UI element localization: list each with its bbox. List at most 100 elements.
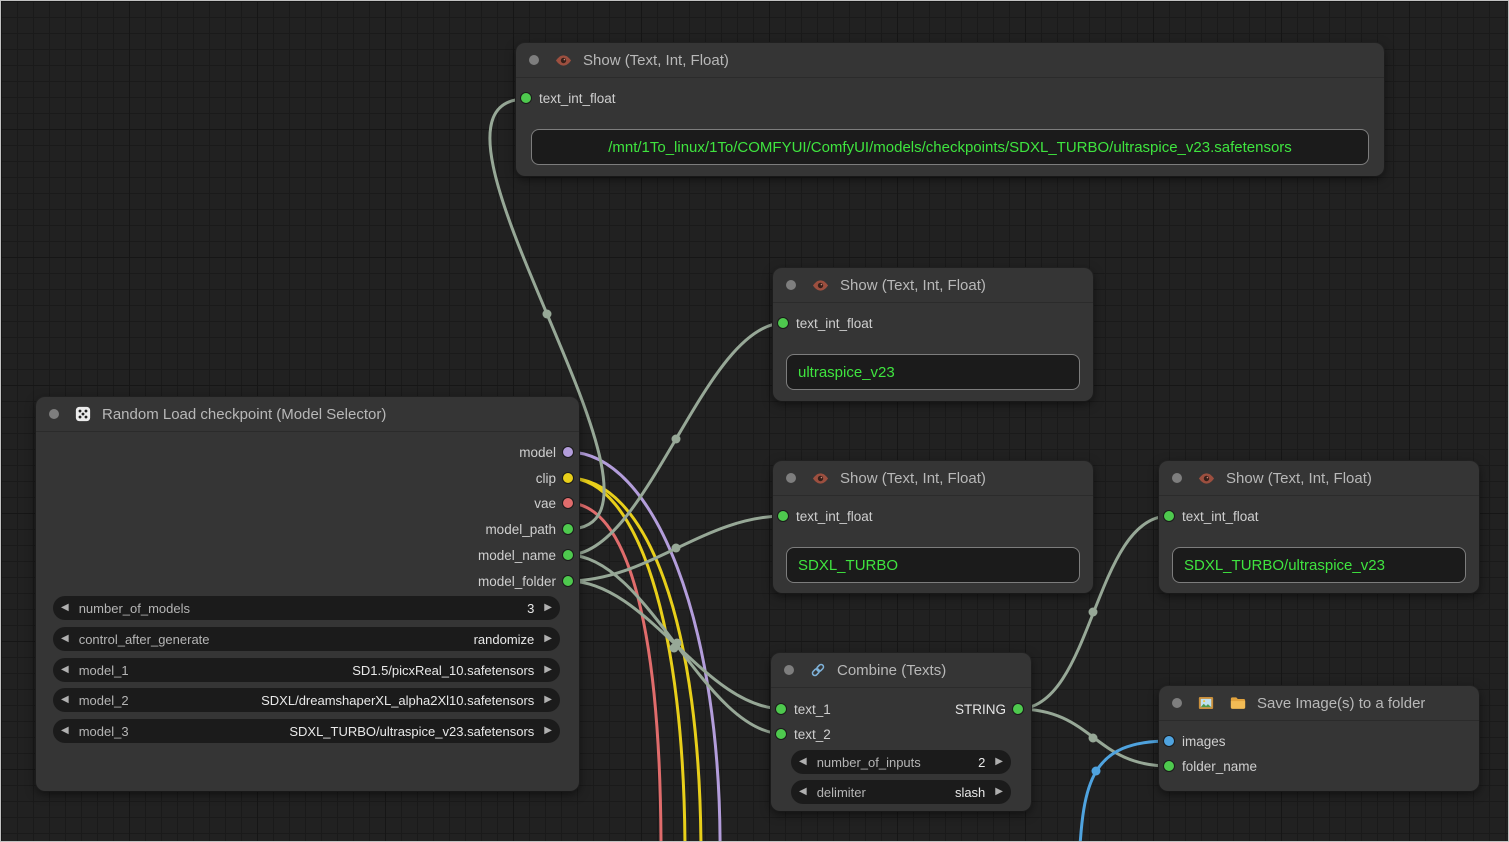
node-title: Show (Text, Int, Float)	[840, 470, 986, 487]
node-title-bar[interactable]: Show (Text, Int, Float)	[773, 268, 1093, 303]
collapse-dot[interactable]	[1172, 473, 1182, 483]
node-title-bar[interactable]: Save Image(s) to a folder	[1159, 686, 1479, 721]
widget-left-arrow-icon[interactable]: ◀	[61, 726, 69, 736]
widget-label: control_after_generate	[79, 632, 210, 647]
collapse-dot[interactable]	[529, 55, 539, 65]
widget-right-arrow-icon[interactable]: ▶	[544, 695, 552, 705]
picture-icon	[1197, 694, 1215, 712]
input-port-text_int_float[interactable]	[1164, 511, 1174, 521]
input-row-text_int_float: text_int_float	[1159, 504, 1479, 528]
collapse-dot[interactable]	[784, 665, 794, 675]
widget-label: model_3	[79, 724, 129, 739]
widget-right-arrow-icon[interactable]: ▶	[544, 634, 552, 644]
output-port-vae[interactable]	[563, 498, 573, 508]
value-display-box: SDXL_TURBO/ultraspice_v23	[1172, 547, 1466, 583]
widget-right-arrow-icon[interactable]: ▶	[544, 726, 552, 736]
node-title-bar[interactable]: Show (Text, Int, Float)	[1159, 461, 1479, 496]
link-midpoint-dot[interactable]	[1092, 767, 1101, 776]
node-title-bar[interactable]: Random Load checkpoint (Model Selector)	[36, 397, 579, 432]
collapse-dot[interactable]	[1172, 698, 1182, 708]
output-label: model_name	[478, 548, 556, 563]
input-port-text_int_float[interactable]	[778, 318, 788, 328]
input-row-text_int_float: text_int_float	[773, 504, 1093, 528]
link-midpoint-dot[interactable]	[1089, 608, 1098, 617]
input-port-images[interactable]	[1164, 736, 1174, 746]
link-midpoint-dot[interactable]	[1089, 734, 1098, 743]
widget-left-arrow-icon[interactable]: ◀	[61, 665, 69, 675]
displayed-text: SDXL_TURBO	[798, 557, 898, 574]
node-save-images-to-folder[interactable]: Save Image(s) to a folder images folder_…	[1159, 686, 1479, 791]
widget-delimiter[interactable]: ◀ delimiter slash ▶	[791, 780, 1011, 804]
output-port-clip[interactable]	[563, 473, 573, 483]
output-port-model_path[interactable]	[563, 524, 573, 534]
widget-right-arrow-icon[interactable]: ▶	[995, 787, 1003, 797]
input-label: folder_name	[1182, 759, 1257, 774]
node-show-model-path[interactable]: Show (Text, Int, Float) text_int_float /…	[516, 43, 1384, 176]
eye-icon	[1197, 469, 1216, 488]
widget-left-arrow-icon[interactable]: ◀	[61, 603, 69, 613]
widget-right-arrow-icon[interactable]: ▶	[544, 603, 552, 613]
widget-label: model_2	[79, 693, 129, 708]
link-midpoint-dot[interactable]	[543, 310, 552, 319]
widget-left-arrow-icon[interactable]: ◀	[799, 787, 807, 797]
widget-model_2[interactable]: ◀ model_2 SDXL/dreamshaperXL_alpha2Xl10.…	[53, 688, 560, 712]
widget-control_after_generate[interactable]: ◀ control_after_generate randomize ▶	[53, 627, 560, 651]
node-title: Save Image(s) to a folder	[1257, 695, 1425, 712]
node-graph-canvas[interactable]: Show (Text, Int, Float) text_int_float /…	[0, 0, 1509, 842]
input-port-text_int_float[interactable]	[778, 511, 788, 521]
value-display-box: /mnt/1To_linux/1To/COMFYUI/ComfyUI/model…	[531, 129, 1369, 165]
input-label: text_2	[794, 727, 831, 742]
output-port-model[interactable]	[563, 447, 573, 457]
input-port-text_int_float[interactable]	[521, 93, 531, 103]
node-random-load-checkpoint[interactable]: Random Load checkpoint (Model Selector) …	[36, 397, 579, 791]
widget-number_of_models[interactable]: ◀ number_of_models 3 ▶	[53, 596, 560, 620]
collapse-dot[interactable]	[786, 280, 796, 290]
link-midpoint-dot[interactable]	[670, 644, 679, 653]
output-port-model_name[interactable]	[563, 550, 573, 560]
link-midpoint-dot[interactable]	[672, 544, 681, 553]
link-midpoint-dot[interactable]	[672, 435, 681, 444]
link-icon	[809, 661, 827, 679]
node-show-combined-string[interactable]: Show (Text, Int, Float) text_int_float S…	[1159, 461, 1479, 593]
input-port-text_2[interactable]	[776, 729, 786, 739]
node-title-bar[interactable]: Show (Text, Int, Float)	[516, 43, 1384, 78]
collapse-dot[interactable]	[49, 409, 59, 419]
widget-model_3[interactable]: ◀ model_3 SDXL_TURBO/ultraspice_v23.safe…	[53, 719, 560, 743]
node-combine-texts[interactable]: Combine (Texts) text_1 text_2 STRING ◀ n…	[771, 653, 1031, 811]
output-row-model: model	[36, 440, 579, 464]
output-label: STRING	[955, 702, 1006, 717]
widget-number_of_inputs[interactable]: ◀ number_of_inputs 2 ▶	[791, 750, 1011, 774]
node-title: Show (Text, Int, Float)	[583, 52, 729, 69]
output-row-clip: clip	[36, 466, 579, 490]
widget-left-arrow-icon[interactable]: ◀	[61, 695, 69, 705]
widget-value: randomize	[474, 632, 535, 647]
node-title-bar[interactable]: Show (Text, Int, Float)	[773, 461, 1093, 496]
input-row-text_2: text_2	[771, 722, 1031, 746]
link-clip-out-2	[568, 478, 685, 842]
input-row-folder_name: folder_name	[1159, 754, 1479, 778]
output-row-model_path: model_path	[36, 517, 579, 541]
output-row-vae: vae	[36, 491, 579, 515]
node-show-model-folder[interactable]: Show (Text, Int, Float) text_int_float S…	[773, 461, 1093, 593]
input-label: text_int_float	[539, 91, 616, 106]
eye-icon	[811, 276, 830, 295]
collapse-dot[interactable]	[786, 473, 796, 483]
widget-right-arrow-icon[interactable]: ▶	[995, 757, 1003, 767]
output-port-string[interactable]	[1013, 704, 1023, 714]
input-label: text_int_float	[796, 316, 873, 331]
widget-left-arrow-icon[interactable]: ◀	[799, 757, 807, 767]
output-label: model_path	[485, 522, 556, 537]
input-port-folder_name[interactable]	[1164, 761, 1174, 771]
widget-right-arrow-icon[interactable]: ▶	[544, 665, 552, 675]
value-display-box: SDXL_TURBO	[786, 547, 1080, 583]
node-show-model-name[interactable]: Show (Text, Int, Float) text_int_float u…	[773, 268, 1093, 401]
widget-model_1[interactable]: ◀ model_1 SD1.5/picxReal_10.safetensors …	[53, 658, 560, 682]
output-label: clip	[536, 471, 556, 486]
widget-left-arrow-icon[interactable]: ◀	[61, 634, 69, 644]
output-port-model_folder[interactable]	[563, 576, 573, 586]
dice-icon	[74, 405, 92, 423]
node-title-bar[interactable]: Combine (Texts)	[771, 653, 1031, 688]
value-display-box: ultraspice_v23	[786, 354, 1080, 390]
input-row-text_int_float: text_int_float	[773, 311, 1093, 335]
output-row-model_folder: model_folder	[36, 569, 579, 593]
